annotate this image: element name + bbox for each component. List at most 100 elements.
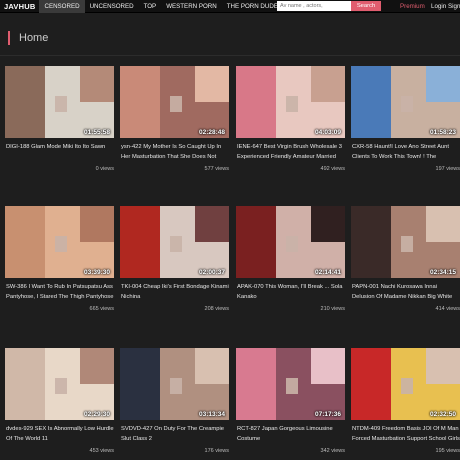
video-duration: 07:17:36 xyxy=(314,411,341,418)
video-thumbnail[interactable]: 02:00:37 xyxy=(120,206,229,278)
video-duration: 03:39:30 xyxy=(83,269,110,276)
video-title[interactable]: RCT-827 Japan Gorgeous Limousine Costume xyxy=(236,424,345,444)
video-duration: 04:03:09 xyxy=(314,129,341,136)
video-card[interactable]: 02:00:37 TKI-004 Cheap Iki's First Bondag… xyxy=(120,206,229,313)
video-card[interactable]: 04:03:09 IENE-647 Best Virgin Brush Whole… xyxy=(236,66,345,173)
thumbnail-panel xyxy=(5,348,45,384)
view-count: 197 views xyxy=(435,166,460,172)
video-title[interactable]: SW-386 I Want To Rub In Patsupatsu Ass P… xyxy=(5,282,114,302)
thumbnail-panel xyxy=(351,348,391,384)
thumbnail-panel xyxy=(5,384,45,420)
video-grid: 01:55:58 DIGI-188 Glam Mode Miki Ito Ito … xyxy=(0,0,460,460)
video-card[interactable]: 02:34:15 PAPN-001 Nachi Kurosawa Innai De… xyxy=(351,206,460,313)
video-duration: 02:28:48 xyxy=(198,129,225,136)
thumbnail-panel xyxy=(426,348,460,384)
thumbnail-panel xyxy=(236,102,276,138)
thumbnail-panel xyxy=(120,348,160,384)
thumbnail-panel xyxy=(351,206,391,242)
video-duration: 01:58:23 xyxy=(429,129,456,136)
thumbnail-panel xyxy=(80,348,114,384)
video-card[interactable]: 07:17:36 RCT-827 Japan Gorgeous Limousine… xyxy=(236,348,345,455)
censor-mosaic xyxy=(286,96,298,112)
video-title[interactable]: DIGI-188 Glam Mode Miki Ito Ito Sawn xyxy=(5,142,114,162)
thumbnail-panel xyxy=(80,206,114,242)
thumbnail-panel xyxy=(236,66,276,102)
video-duration: 02:29:30 xyxy=(83,411,110,418)
censor-mosaic xyxy=(170,96,182,112)
thumbnail-panel xyxy=(120,242,160,278)
video-thumbnail[interactable]: 01:58:23 xyxy=(351,66,460,138)
video-title[interactable]: dvdes-929 SEX Is Abnormally Low Hurdle O… xyxy=(5,424,114,444)
video-card[interactable]: 01:55:58 DIGI-188 Glam Mode Miki Ito Ito … xyxy=(5,66,114,173)
video-thumbnail[interactable]: 03:13:34 xyxy=(120,348,229,420)
video-card[interactable]: 03:39:30 SW-386 I Want To Rub In Patsupat… xyxy=(5,206,114,313)
thumbnail-panel xyxy=(195,66,229,102)
view-count: 176 views xyxy=(204,448,229,454)
thumbnail-panel xyxy=(236,348,276,384)
video-thumbnail[interactable]: 02:34:15 xyxy=(351,206,460,278)
view-count: 0 views xyxy=(95,166,114,172)
video-duration: 03:13:34 xyxy=(198,411,225,418)
video-thumbnail[interactable]: 02:29:30 xyxy=(5,348,114,420)
censor-mosaic xyxy=(286,378,298,394)
censor-mosaic xyxy=(55,96,67,112)
censor-mosaic xyxy=(401,96,413,112)
video-thumbnail[interactable]: 07:17:36 xyxy=(236,348,345,420)
thumbnail-panel xyxy=(195,348,229,384)
video-title[interactable]: IENE-647 Best Virgin Brush Wholesale 3 E… xyxy=(236,142,345,162)
video-card[interactable]: 02:32:50 NTDM-409 Freedom Basis JOI Of M … xyxy=(351,348,460,455)
censor-mosaic xyxy=(401,378,413,394)
thumbnail-panel xyxy=(426,206,460,242)
video-thumbnail[interactable]: 02:32:50 xyxy=(351,348,460,420)
video-thumbnail[interactable]: 02:14:41 xyxy=(236,206,345,278)
censor-mosaic xyxy=(170,236,182,252)
view-count: 195 views xyxy=(435,448,460,454)
thumbnail-panel xyxy=(195,206,229,242)
thumbnail-panel xyxy=(120,66,160,102)
thumbnail-panel xyxy=(236,206,276,242)
thumbnail-panel xyxy=(351,102,391,138)
thumbnail-panel xyxy=(311,206,345,242)
video-duration: 02:14:41 xyxy=(314,269,341,276)
censor-mosaic xyxy=(55,378,67,394)
thumbnail-panel xyxy=(5,242,45,278)
thumbnail-panel xyxy=(351,242,391,278)
video-duration: 02:00:37 xyxy=(198,269,225,276)
censor-mosaic xyxy=(170,378,182,394)
view-count: 453 views xyxy=(89,448,114,454)
thumbnail-panel xyxy=(5,206,45,242)
video-card[interactable]: 01:58:23 CXR-58 Haunt!I Love Ano Street A… xyxy=(351,66,460,173)
censor-mosaic xyxy=(55,236,67,252)
video-duration: 02:32:50 xyxy=(429,411,456,418)
thumbnail-panel xyxy=(120,102,160,138)
video-card[interactable]: 02:14:41 APAK-070 This Woman, I'll Break … xyxy=(236,206,345,313)
video-thumbnail[interactable]: 02:28:48 xyxy=(120,66,229,138)
video-title[interactable]: NTDM-409 Freedom Basis JOI Of M Man Forc… xyxy=(351,424,460,444)
view-count: 342 views xyxy=(320,448,345,454)
video-card[interactable]: 02:29:30 dvdes-929 SEX Is Abnormally Low … xyxy=(5,348,114,455)
thumbnail-panel xyxy=(120,206,160,242)
video-title[interactable]: CXR-58 Haunt!I Love Ano Street Aunt Clie… xyxy=(351,142,460,162)
thumbnail-panel xyxy=(351,384,391,420)
view-count: 492 views xyxy=(320,166,345,172)
thumbnail-panel xyxy=(311,348,345,384)
censor-mosaic xyxy=(401,236,413,252)
video-card[interactable]: 03:13:34 SVDVD-427 On Duty For The Creamp… xyxy=(120,348,229,455)
video-thumbnail[interactable]: 04:03:09 xyxy=(236,66,345,138)
video-title[interactable]: SVDVD-427 On Duty For The Creampie Slut … xyxy=(120,424,229,444)
video-thumbnail[interactable]: 03:39:30 xyxy=(5,206,114,278)
video-card[interactable]: 02:28:48 ysn-422 My Mother Is So Caught U… xyxy=(120,66,229,173)
video-title[interactable]: ysn-422 My Mother Is So Caught Up In Her… xyxy=(120,142,229,162)
view-count: 208 views xyxy=(204,306,229,312)
thumbnail-panel xyxy=(426,66,460,102)
video-title[interactable]: TKI-004 Cheap Iki's First Bondage Kinami… xyxy=(120,282,229,302)
thumbnail-panel xyxy=(120,384,160,420)
view-count: 210 views xyxy=(320,306,345,312)
thumbnail-panel xyxy=(80,66,114,102)
thumbnail-panel xyxy=(5,66,45,102)
video-thumbnail[interactable]: 01:55:58 xyxy=(5,66,114,138)
video-title[interactable]: PAPN-001 Nachi Kurosawa Innai Delusion O… xyxy=(351,282,460,302)
view-count: 665 views xyxy=(89,306,114,312)
view-count: 414 views xyxy=(435,306,460,312)
video-title[interactable]: APAK-070 This Woman, I'll Break ... Sola… xyxy=(236,282,345,302)
